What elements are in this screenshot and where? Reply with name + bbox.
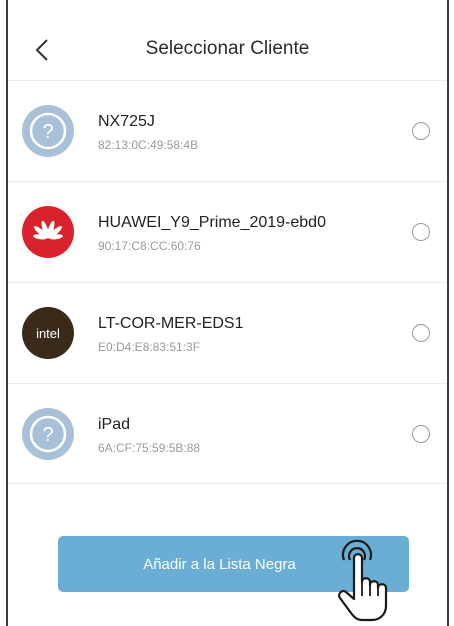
intel-logo-icon: intel — [22, 307, 74, 359]
client-list: ? NX725J 82:13:0C:49:58:4B HUAWEI_Y9_Pri… — [8, 80, 447, 484]
client-row[interactable]: ? iPad 6A:CF:75:59:5B:88 — [8, 383, 447, 484]
client-info: LT-COR-MER-EDS1 E0:D4:E8:83:51:3F — [98, 314, 244, 355]
unknown-device-icon: ? — [22, 408, 74, 460]
client-name: iPad — [98, 416, 131, 433]
client-mac: E0:D4:E8:83:51:3F — [98, 340, 201, 354]
client-mac: 90:17:C8:CC:60:76 — [98, 239, 201, 253]
client-radio[interactable] — [412, 122, 430, 140]
page-title: Seleccionar Cliente — [145, 38, 310, 59]
client-row[interactable]: ? NX725J 82:13:0C:49:58:4B — [8, 80, 447, 181]
client-row[interactable]: HUAWEI_Y9_Prime_2019-ebd0 90:17:C8:CC:60… — [8, 181, 447, 282]
client-row[interactable]: intel LT-COR-MER-EDS1 E0:D4:E8:83:51:3F — [8, 282, 447, 383]
client-info: HUAWEI_Y9_Prime_2019-ebd0 90:17:C8:CC:60… — [98, 213, 326, 254]
client-name: NX725J — [98, 113, 155, 130]
hand-pointer-icon — [338, 539, 388, 622]
frame-right-edge — [447, 0, 449, 626]
client-radio[interactable] — [412, 324, 430, 342]
client-name: LT-COR-MER-EDS1 — [98, 315, 244, 332]
header: Seleccionar Cliente — [8, 0, 447, 80]
svg-text:?: ? — [42, 121, 53, 143]
intel-logo-text: intel — [36, 325, 60, 341]
client-mac: 82:13:0C:49:58:4B — [98, 138, 199, 152]
unknown-device-icon: ? — [22, 105, 74, 157]
client-name: HUAWEI_Y9_Prime_2019-ebd0 — [98, 214, 326, 231]
client-radio[interactable] — [412, 425, 430, 443]
screen: Seleccionar Cliente ? NX725J 82:13:0C:49… — [0, 0, 454, 626]
client-radio[interactable] — [412, 223, 430, 241]
huawei-logo-icon — [22, 206, 74, 258]
client-info: NX725J 82:13:0C:49:58:4B — [98, 112, 198, 153]
client-mac: 6A:CF:75:59:5B:88 — [98, 441, 201, 455]
svg-text:?: ? — [42, 424, 53, 446]
client-info: iPad 6A:CF:75:59:5B:88 — [98, 415, 200, 456]
